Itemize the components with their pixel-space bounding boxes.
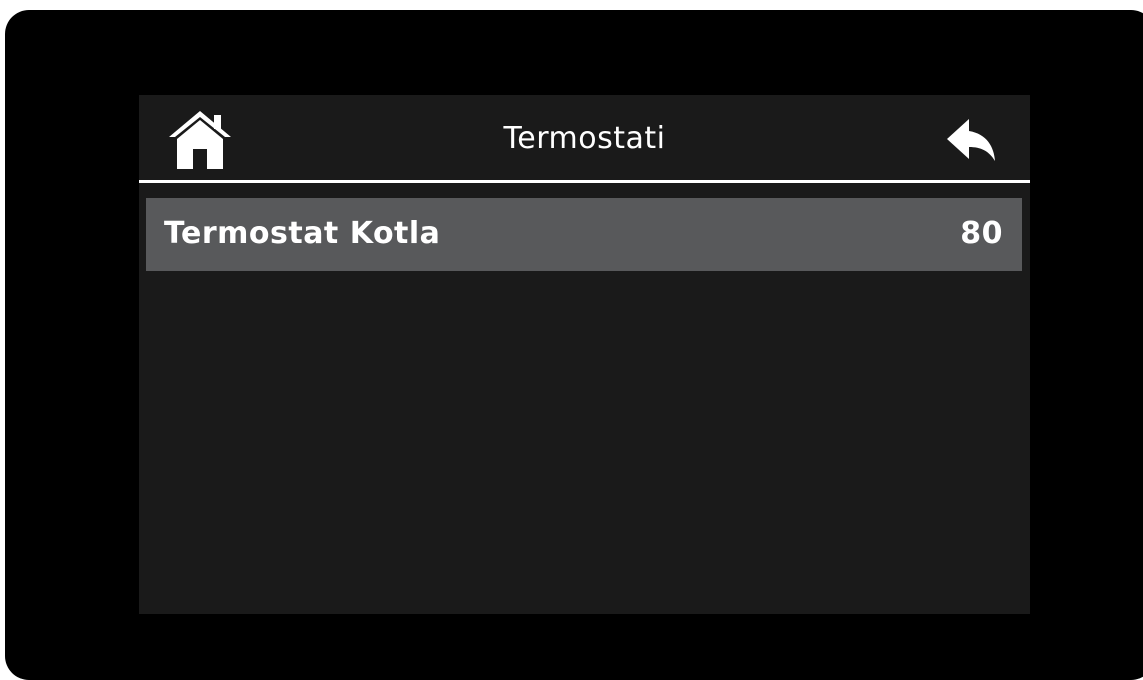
page-title: Termostati <box>503 121 666 156</box>
header-bar: Termostati <box>139 95 1030 181</box>
list-item-value: 80 <box>960 216 1003 251</box>
list-item-label: Termostat Kotla <box>164 216 441 251</box>
header-divider <box>139 180 1030 183</box>
back-arrow-icon <box>947 119 995 161</box>
display-screen: Termostati Termostat Kotla 80 <box>139 95 1030 614</box>
back-button[interactable] <box>945 117 997 163</box>
device-bezel: Termostati Termostat Kotla 80 <box>5 10 1143 680</box>
list-item-termostat-kotla[interactable]: Termostat Kotla 80 <box>146 198 1022 271</box>
